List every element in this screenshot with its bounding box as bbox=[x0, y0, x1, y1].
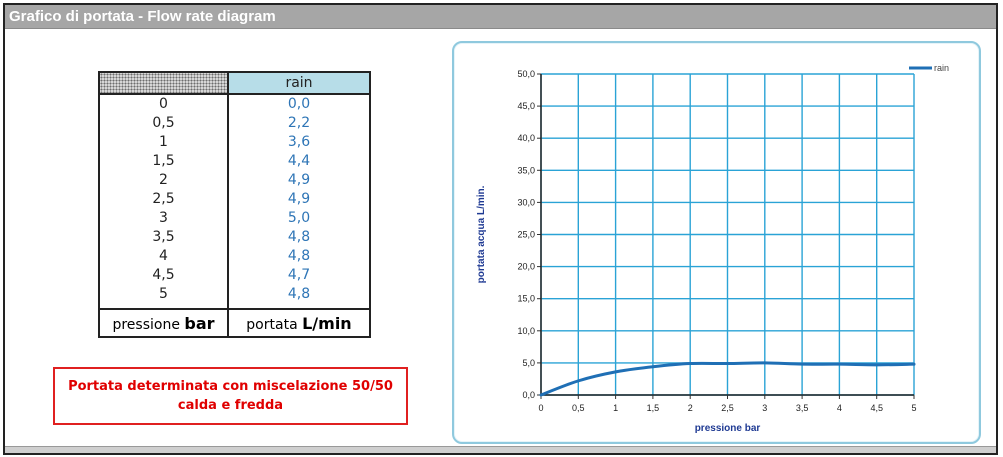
table-row: 2 4,9 bbox=[98, 171, 371, 190]
note-line-1: Portata determinata con miscelazione 50/… bbox=[68, 379, 393, 394]
x-tick-label: 0,5 bbox=[572, 403, 585, 413]
y-tick-label: 45,0 bbox=[517, 101, 535, 111]
table-row: 1,5 4,4 bbox=[98, 152, 371, 171]
pressure-unit-cell: pressione bar bbox=[98, 308, 229, 338]
flow-cell: 4,9 bbox=[228, 190, 371, 209]
pressure-unit: bar bbox=[184, 313, 215, 333]
flow-cell: 2,2 bbox=[228, 114, 371, 133]
x-tick-label: 1 bbox=[613, 403, 618, 413]
pressure-label: pressione bbox=[112, 316, 180, 333]
table-row: 0 0,0 bbox=[98, 94, 371, 114]
table-row: 0,5 2,2 bbox=[98, 114, 371, 133]
main-panel: Grafico di portata - Flow rate diagram r… bbox=[3, 3, 998, 455]
flow-label: portata bbox=[246, 316, 298, 333]
pressure-cell: 5 bbox=[98, 285, 229, 309]
pressure-cell: 1 bbox=[98, 133, 229, 152]
section-title: Grafico di portata - Flow rate diagram bbox=[9, 8, 276, 25]
y-tick-label: 25,0 bbox=[517, 230, 535, 240]
x-axis-title: pressione bar bbox=[695, 423, 761, 434]
pressure-cell: 3 bbox=[98, 209, 229, 228]
flow-rate-chart: 0 0,5 1 1,5 2 2,5 3 3,5 4 4,5 50,05,010,015,020,02… bbox=[476, 63, 949, 434]
flow-cell: 4,8 bbox=[228, 285, 371, 309]
flow-cell: 4,7 bbox=[228, 266, 371, 285]
table-row: 5 4,8 bbox=[98, 285, 371, 309]
x-tick-label: 0 bbox=[538, 403, 543, 413]
table-footer-row: pressione bar portata L/min bbox=[98, 308, 371, 338]
x-tick-label: 5 bbox=[911, 403, 916, 413]
table-header-rain: rain bbox=[227, 71, 371, 95]
pressure-cell: 3,5 bbox=[98, 228, 229, 247]
y-tick-label: 10,0 bbox=[517, 326, 535, 336]
x-tick-label: 4 bbox=[837, 403, 842, 413]
x-tick-label: 2,5 bbox=[721, 403, 734, 413]
chart-frame: 0 0,5 1 1,5 2 2,5 3 3,5 4 4,5 5 0,0 5,0 10,0 15,0 20,0 2… bbox=[452, 41, 981, 444]
pressure-cell: 0,5 bbox=[98, 114, 229, 133]
x-tick-label: 3,5 bbox=[796, 403, 809, 413]
flow-cell: 5,0 bbox=[228, 209, 371, 228]
y-tick-label: 0,0 bbox=[522, 390, 535, 400]
flow-cell: 3,6 bbox=[228, 133, 371, 152]
table-row: 4,5 4,7 bbox=[98, 266, 371, 285]
section-header: Grafico di portata - Flow rate diagram bbox=[5, 5, 996, 29]
note-line-2: calda e fredda bbox=[177, 398, 284, 413]
table-header-blank bbox=[98, 71, 229, 95]
table-row: 1 3,6 bbox=[98, 133, 371, 152]
y-tick-label: 15,0 bbox=[517, 294, 535, 304]
flow-unit: L/min bbox=[302, 313, 352, 333]
pressure-cell: 4,5 bbox=[98, 266, 229, 285]
pressure-cell: 4 bbox=[98, 247, 229, 266]
pressure-cell: 1,5 bbox=[98, 152, 229, 171]
y-tick-label: 20,0 bbox=[517, 262, 535, 272]
flow-cell: 4,8 bbox=[228, 247, 371, 266]
flow-rate-table: rain 0 0,0 0,5 2,2 1 3,6 1,5 4,4 2 4,9 2,5 4,9… bbox=[98, 71, 371, 338]
y-axis-title: portata acqua L/min. bbox=[476, 185, 487, 283]
y-tick-label: 40,0 bbox=[517, 133, 535, 143]
table-row: 2,5 4,9 bbox=[98, 190, 371, 209]
table-row: 3,5 4,8 bbox=[98, 228, 371, 247]
flow-cell: 0,0 bbox=[228, 94, 371, 114]
flow-cell: 4,4 bbox=[228, 152, 371, 171]
y-tick-label: 30,0 bbox=[517, 197, 535, 207]
legend-label: rain bbox=[934, 63, 949, 73]
x-tick-label: 4,5 bbox=[870, 403, 883, 413]
table-header-row: rain bbox=[98, 71, 371, 95]
flow-cell: 4,8 bbox=[228, 228, 371, 247]
x-tick-label: 2 bbox=[688, 403, 693, 413]
table-row: 4 4,8 bbox=[98, 247, 371, 266]
flow-unit-cell: portata L/min bbox=[227, 308, 371, 338]
pressure-cell: 2 bbox=[98, 171, 229, 190]
flow-cell: 4,9 bbox=[228, 171, 371, 190]
mixing-note: Portata determinata con miscelazione 50/… bbox=[53, 367, 408, 425]
y-tick-label: 50,0 bbox=[517, 69, 535, 79]
x-tick-label: 1,5 bbox=[647, 403, 660, 413]
pressure-cell: 2,5 bbox=[98, 190, 229, 209]
y-tick-label: 35,0 bbox=[517, 165, 535, 175]
pressure-cell: 0 bbox=[98, 94, 229, 114]
y-tick-label: 5,0 bbox=[522, 358, 535, 368]
bottom-bar bbox=[5, 446, 996, 453]
x-tick-label: 3 bbox=[762, 403, 767, 413]
table-row: 3 5,0 bbox=[98, 209, 371, 228]
